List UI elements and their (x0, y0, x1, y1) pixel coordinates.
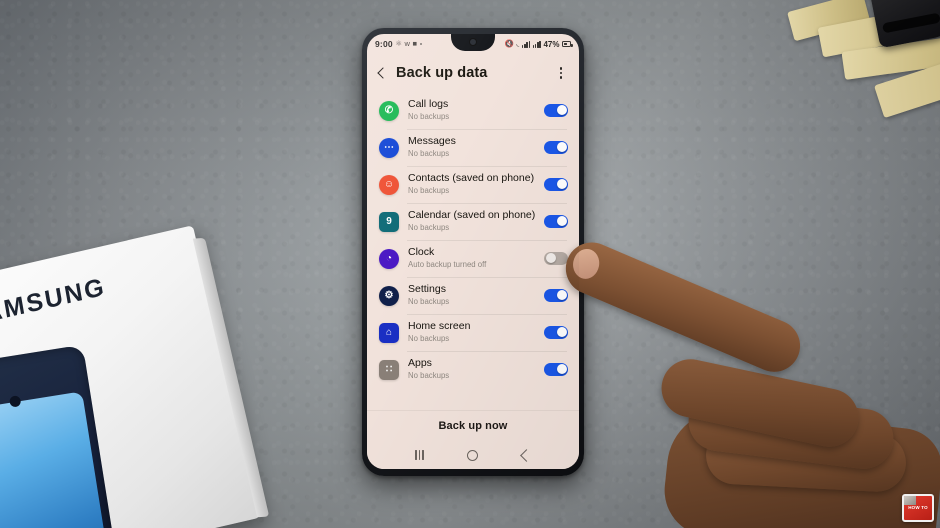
home-icon: ⌂ (379, 322, 399, 343)
waterdrop-notch (451, 34, 495, 51)
backup-item-text: Home screen No backups (408, 320, 535, 344)
app-icon: ■ (412, 39, 417, 49)
recents-icon (415, 450, 424, 460)
backup-item-text: Call logs No backups (408, 98, 535, 122)
system-nav-bar (367, 441, 579, 469)
gear-icon: ⚙ (379, 285, 399, 306)
fingernail (570, 246, 602, 282)
backup-item-title: Clock (408, 246, 435, 259)
watermark-text: HOW TO (908, 504, 928, 510)
box-phone-screen (0, 391, 113, 528)
signal-icon (521, 40, 531, 48)
backup-item-title: Apps (408, 357, 432, 370)
wifi-icon: ◟ (516, 39, 520, 49)
backup-item-subtitle: No backups (408, 223, 450, 233)
samsung-logo: SAMSUNG (0, 272, 108, 333)
nav-recents-button[interactable] (409, 444, 431, 466)
backup-item-text: Contacts (saved on phone) No backups (408, 172, 535, 196)
backup-item-row[interactable]: ⚙ Settings No backups (367, 277, 579, 314)
status-bar-right: 🔇 ◟ 47% (504, 39, 573, 49)
backup-item-title: Contacts (saved on phone) (408, 172, 535, 185)
backup-item-row[interactable]: ⋯ Messages No backups (367, 129, 579, 166)
message-icon: ⋯ (379, 137, 399, 158)
back-button[interactable] (375, 66, 389, 80)
backup-item-toggle[interactable] (544, 252, 568, 265)
backup-item-subtitle: No backups (408, 149, 450, 159)
backup-item-title: Calendar (saved on phone) (408, 209, 536, 222)
back-chevron-icon (519, 448, 533, 462)
kebab-menu-icon[interactable] (554, 67, 568, 79)
front-camera-icon (469, 38, 477, 46)
watermark-corner (904, 496, 916, 505)
signal2-icon (532, 40, 541, 48)
box-printed-phone (0, 344, 119, 528)
clock-icon: ◔ (379, 248, 399, 269)
backup-item-title: Call logs (408, 98, 449, 111)
calendar-icon: 9 (379, 211, 399, 232)
mute-icon: 🔇 (504, 39, 514, 49)
phone-icon: ✆ (379, 100, 399, 121)
backup-item-row[interactable]: ◔ Clock Auto backup turned off (367, 240, 579, 277)
backup-item-text: Apps No backups (408, 357, 535, 381)
backup-item-subtitle: No backups (408, 297, 450, 307)
home-circle-icon (467, 449, 479, 461)
backup-item-row[interactable]: ☺ Contacts (saved on phone) No backups (367, 166, 579, 203)
video-watermark: HOW TO (902, 494, 934, 522)
backup-item-row[interactable]: 9 Calendar (saved on phone) No backups (367, 203, 579, 240)
backup-item-toggle[interactable] (544, 289, 568, 302)
status-bar-left: 9:00 ⚛ w ■ (375, 39, 422, 49)
backup-item-text: Calendar (saved on phone) No backups (408, 209, 535, 233)
backup-item-toggle[interactable] (544, 215, 568, 228)
g-icon: ⚛ (395, 39, 403, 49)
w-icon: w (404, 39, 410, 49)
backup-now-label: Back up now (438, 420, 508, 432)
backup-item-subtitle: No backups (408, 186, 450, 196)
backup-item-toggle[interactable] (544, 178, 568, 191)
backup-item-subtitle: Auto backup turned off (408, 260, 487, 270)
contacts-icon: ☺ (379, 174, 399, 195)
dot-icon (419, 43, 422, 45)
backup-item-subtitle: No backups (408, 371, 450, 381)
nav-home-button[interactable] (462, 444, 484, 466)
battery-icon (562, 41, 573, 47)
page-title: Back up data (396, 65, 488, 81)
apps-grid-icon: ∷ (379, 359, 399, 380)
backup-now-bar[interactable]: Back up now (367, 411, 579, 441)
pointing-hand (548, 234, 940, 528)
wooden-phone-stand (782, 0, 940, 139)
battery-percent: 47% (543, 39, 560, 49)
backup-item-text: Settings No backups (408, 283, 535, 307)
nav-back-button[interactable] (515, 444, 537, 466)
backup-item-title: Settings (408, 283, 446, 296)
backup-item-text: Messages No backups (408, 135, 535, 159)
app-bar: Back up data (367, 54, 579, 92)
backup-item-text: Clock Auto backup turned off (408, 246, 535, 270)
backup-item-subtitle: No backups (408, 112, 450, 122)
status-time: 9:00 (375, 39, 393, 49)
backup-item-title: Home screen (408, 320, 471, 333)
backup-item-title: Messages (408, 135, 456, 148)
backup-item-subtitle: No backups (408, 334, 450, 344)
backup-item-toggle[interactable] (544, 141, 568, 154)
backup-item-row[interactable]: ✆ Call logs No backups (367, 92, 579, 129)
backup-item-toggle[interactable] (544, 104, 568, 117)
